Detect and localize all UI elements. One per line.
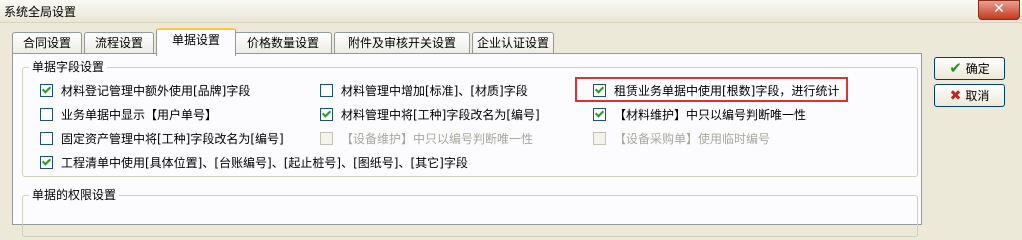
close-button[interactable]: ✕ xyxy=(978,0,1020,20)
checkbox-unchecked-icon[interactable] xyxy=(320,84,333,97)
checkbox-material-rename-number[interactable]: 材料管理中将[工种]字段改名为[编号] xyxy=(320,106,540,123)
checkbox-label: 固定资产管理中将[工种]字段改名为[编号] xyxy=(61,132,284,146)
ok-button-label: 确定 xyxy=(965,62,990,76)
permissions-group: 单据的权限设置 xyxy=(22,188,918,237)
tab-document-settings[interactable]: 单据设置 xyxy=(156,28,236,56)
cancel-x-icon: ✖ xyxy=(949,87,962,104)
tab-label: 企业认证设置 xyxy=(476,36,549,50)
tab-label: 单据设置 xyxy=(171,33,220,47)
fields-group-title: 单据字段设置 xyxy=(29,60,108,74)
checkbox-brand-field[interactable]: 材料登记管理中额外使用[品牌]字段 xyxy=(40,82,250,99)
checkbox-label: 材料管理中增加[标准]、[材质]字段 xyxy=(341,84,528,98)
checkbox-disabled-icon xyxy=(593,132,606,145)
checkbox-label: 【材料维护】中只以编号判断唯一性 xyxy=(614,108,807,122)
tab-price-quantity-settings[interactable]: 价格数量设置 xyxy=(234,32,332,54)
checkbox-label: 工程清单中使用[具体位置]、[台账编号]、[起止桩号]、[图纸号]、[其它]字段 xyxy=(61,156,468,170)
checkbox-material-unique-number[interactable]: 【材料维护】中只以编号判断唯一性 xyxy=(593,106,806,123)
checkbox-user-doc-number[interactable]: 业务单据中显示【用户单号】 xyxy=(40,106,217,123)
checkbox-disabled-icon xyxy=(320,132,333,145)
checkbox-standard-material-fields[interactable]: 材料管理中增加[标准]、[材质]字段 xyxy=(320,82,528,99)
checkbox-checked-icon[interactable] xyxy=(40,156,53,169)
checkbox-equipment-purchase-temp-number: 【设备采购单】使用临时编号 xyxy=(593,130,770,147)
tab-workflow-settings[interactable]: 流程设置 xyxy=(84,32,154,54)
checkbox-checked-icon[interactable] xyxy=(593,108,606,121)
checkmark-icon: ✔ xyxy=(949,59,962,77)
tab-label: 合同设置 xyxy=(22,36,71,50)
close-icon: ✕ xyxy=(993,1,1005,17)
tab-contract-settings[interactable]: 合同设置 xyxy=(12,32,82,54)
checkbox-checked-icon[interactable] xyxy=(320,108,333,121)
window-title: 系统全局设置 xyxy=(4,5,77,19)
tab-label: 附件及审核开关设置 xyxy=(347,36,456,50)
checkbox-asset-rename-number[interactable]: 固定资产管理中将[工种]字段改名为[编号] xyxy=(40,130,284,147)
tab-label: 价格数量设置 xyxy=(246,36,319,50)
ok-button[interactable]: ✔ 确定 xyxy=(934,57,1005,80)
title-bar: 系统全局设置 ✕ xyxy=(0,0,1022,23)
tab-attachment-audit-settings[interactable]: 附件及审核开关设置 xyxy=(334,32,470,54)
checkbox-unchecked-icon[interactable] xyxy=(40,132,53,145)
checkbox-checked-icon[interactable] xyxy=(40,84,53,97)
checkbox-label: 材料登记管理中额外使用[品牌]字段 xyxy=(61,84,251,98)
checkbox-label: 业务单据中显示【用户单号】 xyxy=(61,108,218,122)
cancel-button-label: 取消 xyxy=(965,89,990,103)
checkbox-label: 材料管理中将[工种]字段改名为[编号] xyxy=(341,108,540,122)
cancel-button[interactable]: ✖ 取消 xyxy=(934,84,1005,107)
permissions-group-title: 单据的权限设置 xyxy=(29,188,120,202)
checkbox-project-list-fields[interactable]: 工程清单中使用[具体位置]、[台账编号]、[起止桩号]、[图纸号]、[其它]字段 xyxy=(40,154,468,171)
checkbox-unchecked-icon[interactable] xyxy=(40,108,53,121)
highlight-box xyxy=(575,77,848,102)
tab-label: 流程设置 xyxy=(94,36,143,50)
checkbox-label: 【设备维护】中只以编号判断唯一性 xyxy=(341,132,534,146)
checkbox-label: 【设备采购单】使用临时编号 xyxy=(614,132,771,146)
checkbox-equipment-unique-number: 【设备维护】中只以编号判断唯一性 xyxy=(320,130,533,147)
tab-enterprise-auth-settings[interactable]: 企业认证设置 xyxy=(472,32,554,54)
